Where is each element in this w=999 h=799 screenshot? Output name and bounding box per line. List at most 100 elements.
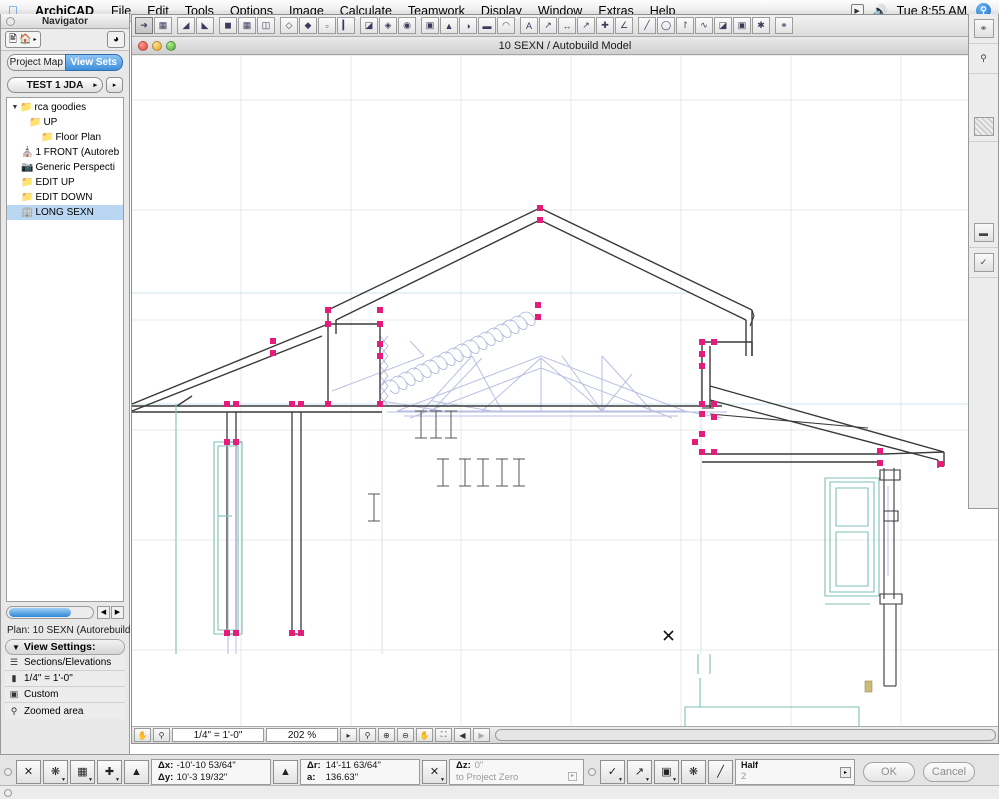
column-symbols-lower[interactable]	[437, 458, 525, 487]
hotspot-tool[interactable]: ✱	[752, 17, 770, 34]
polar-coordinate-field[interactable]: Δr: 14'-11 63/64" a: 136.63"	[300, 758, 420, 785]
offset-tool[interactable]: ↗ ▼	[627, 759, 652, 784]
pen-weight-button[interactable]: ▬	[973, 223, 994, 242]
twisty-icon[interactable]: ▼	[12, 643, 20, 652]
arc-tool[interactable]: ↾	[676, 17, 694, 34]
slab-tool[interactable]: ◇	[280, 17, 298, 34]
view-set-selector[interactable]: TEST 1 JDA ▸	[7, 77, 103, 93]
tree-item-edit-up[interactable]: 📁 EDIT UP	[7, 175, 123, 190]
elevation-tool[interactable]: ▬	[478, 17, 496, 34]
circle-tool[interactable]: ◯	[657, 17, 675, 34]
lamp-tool[interactable]: ◈	[379, 17, 397, 34]
fill-swatch-button[interactable]	[973, 117, 994, 136]
tree-item-edit-down[interactable]: 📁 EDIT DOWN	[7, 190, 123, 205]
chevron-right-icon[interactable]: ▸	[840, 766, 851, 778]
zoom-in-icon[interactable]: ⊕	[378, 728, 395, 742]
text-tool[interactable]: A	[520, 17, 538, 34]
plus-tool[interactable]: ✚ ▼	[97, 759, 122, 784]
long-section-drawing[interactable]	[132, 56, 998, 728]
view-settings-row-zoom[interactable]: ⚲ Zoomed area	[5, 703, 125, 719]
view-settings-row-pen[interactable]: ▣ Custom	[5, 687, 125, 703]
scroll-left-icon[interactable]: ◀	[97, 605, 110, 619]
door-tool[interactable]: ◼	[219, 17, 237, 34]
camera-tool[interactable]: ▣	[421, 17, 439, 34]
arrow-tool[interactable]: ➜	[135, 17, 153, 34]
roof-tool[interactable]: ◆	[299, 17, 317, 34]
tree-item-up[interactable]: 📁 UP	[7, 115, 123, 130]
fill-tool[interactable]: ◪	[714, 17, 732, 34]
drawing-canvas[interactable]	[132, 56, 998, 728]
check-tool[interactable]: ✓ ▼	[600, 759, 625, 784]
marquee-tool[interactable]: ▦	[154, 17, 172, 34]
document-titlebar[interactable]: 10 SEXN / Autobuild Model	[132, 37, 998, 55]
radial-dimension-tool[interactable]: ↗	[577, 17, 595, 34]
pan-hand-icon[interactable]: ✋	[134, 728, 151, 742]
beam-tool[interactable]: ◣	[196, 17, 214, 34]
column-symbol-single[interactable]	[368, 493, 380, 522]
group-toggle[interactable]: ❋ ▼	[43, 759, 68, 784]
figure-tool[interactable]: ▣	[733, 17, 751, 34]
magic-wand-button[interactable]: ✓	[973, 253, 994, 272]
zoom-window-icon[interactable]: ⚲	[153, 728, 170, 742]
tree-item-rca-goodies[interactable]: ▼ 📁 rca goodies	[7, 100, 123, 115]
division-popup[interactable]: Half 2 ▸	[735, 758, 855, 785]
tree-item-1-front[interactable]: ⛪ 1 FRONT (Autoreb	[7, 145, 123, 160]
navigator-hscrollbar[interactable]: ◀ ▶	[6, 605, 124, 619]
next-zoom-icon[interactable]: ▶	[473, 728, 490, 742]
tab-view-sets[interactable]: View Sets	[64, 54, 123, 71]
object-tool[interactable]: ◫	[257, 17, 275, 34]
light-tool[interactable]: ▲	[440, 17, 458, 34]
scroll-right-icon[interactable]: ▶	[111, 605, 124, 619]
level-dimension-tool[interactable]: ✚	[596, 17, 614, 34]
scale-field[interactable]: 1/4" = 1'-0"	[172, 728, 264, 742]
mesh-tool[interactable]: ▫	[318, 17, 336, 34]
eyedropper-button[interactable]: ⚲	[974, 49, 994, 68]
scrollbar-track[interactable]	[6, 605, 94, 619]
view-settings-row-scale[interactable]: ▮ 1/4" = 1'-0"	[5, 671, 125, 687]
horizontal-scrollbar[interactable]	[495, 729, 996, 741]
navigator-tree[interactable]: ▼ 📁 rca goodies 📁 UP 📁 Floor Plan ⛪ 1 FR…	[6, 97, 124, 602]
control-box-handle[interactable]	[4, 767, 12, 776]
marker-tool[interactable]: ⚭	[775, 17, 793, 34]
building-section-outline[interactable]	[132, 207, 945, 468]
line-tool[interactable]: ╱	[638, 17, 656, 34]
tree-item-floor-plan[interactable]: 📁 Floor Plan	[7, 130, 123, 145]
zoom-fit-icon[interactable]: ⚲	[359, 728, 376, 742]
window-tool[interactable]: ▦	[238, 17, 256, 34]
zoom-percent-field[interactable]: 202 %	[266, 728, 338, 742]
dimension-tool[interactable]: ↔	[558, 17, 576, 34]
navigator-options-button[interactable]: ◕	[107, 31, 125, 48]
prev-zoom-icon[interactable]: ◀	[454, 728, 471, 742]
column-symbols-upper[interactable]	[415, 410, 457, 439]
tab-project-map[interactable]: Project Map	[7, 54, 65, 71]
scrollbar-thumb[interactable]	[9, 607, 71, 617]
zone-tool[interactable]: ◉	[398, 17, 416, 34]
column-tool[interactable]: ▎	[337, 17, 355, 34]
chevron-right-icon[interactable]: ▸	[567, 771, 577, 781]
z-coordinate-field[interactable]: Δz: 0" to Project Zero ▸	[449, 758, 584, 785]
zoom-out-icon[interactable]: ⊖	[397, 728, 414, 742]
angle-dimension-tool[interactable]: ∠	[615, 17, 633, 34]
project-map-button[interactable]: 🖹 🏠 ▸	[5, 31, 41, 48]
status-bar-handle[interactable]	[4, 788, 12, 797]
pan-icon[interactable]: ✋	[416, 728, 433, 742]
marker-button[interactable]: ⚭	[973, 19, 994, 38]
wall-tool[interactable]: ◢	[177, 17, 195, 34]
z-elevation-toggle[interactable]: ✕ ▼	[422, 759, 447, 784]
view-set-menu-button[interactable]: ▸	[106, 77, 123, 93]
ok-button[interactable]: OK	[863, 761, 915, 782]
delta-toggle[interactable]: ▲	[124, 759, 149, 784]
polar-toggle[interactable]: ▲	[273, 759, 298, 784]
cancel-button[interactable]: Cancel	[923, 761, 975, 782]
twisty-icon[interactable]: ▼	[10, 104, 20, 111]
scale-popup-arrow[interactable]: ▸	[340, 728, 357, 742]
view-settings-header[interactable]: ▼ View Settings:	[5, 639, 125, 655]
magnet-tool[interactable]: ▣ ▼	[654, 759, 679, 784]
section-tool[interactable]: ◑	[459, 17, 477, 34]
openings-teal[interactable]	[175, 404, 880, 728]
snap-toggle[interactable]: ✕	[16, 759, 41, 784]
door-jamb-detail[interactable]	[879, 468, 903, 687]
pen-divide-tool[interactable]: ╱	[708, 759, 733, 784]
stair-tool[interactable]: ◪	[360, 17, 378, 34]
detail-tool[interactable]: ◠	[497, 17, 515, 34]
